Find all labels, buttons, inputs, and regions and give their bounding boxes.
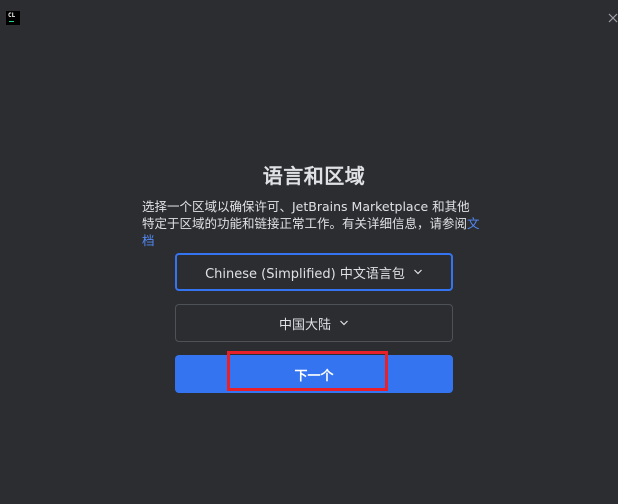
app-logo: CL — [6, 11, 20, 25]
app-logo-text: CL — [8, 12, 16, 19]
welcome-window: CL 语言和区域 选择一个区域以确保许可、JetBrains Marketpla… — [0, 0, 618, 504]
close-icon — [606, 10, 618, 24]
app-logo-accent — [9, 21, 14, 22]
chevron-down-icon — [339, 319, 349, 327]
chevron-down-icon — [413, 268, 423, 276]
description-text: 选择一个区域以确保许可、JetBrains Marketplace 和其他特定于… — [142, 199, 470, 231]
region-select-value: 中国大陆 — [278, 317, 331, 333]
language-select[interactable]: Chinese (Simplified) 中文语言包 — [175, 253, 453, 291]
language-select-value: Chinese (Simplified) 中文语言包 — [205, 266, 405, 282]
description: 选择一个区域以确保许可、JetBrains Marketplace 和其他特定于… — [142, 198, 482, 249]
next-button[interactable]: 下一个 — [175, 355, 453, 393]
page-title: 语言和区域 — [262, 164, 366, 188]
region-select[interactable]: 中国大陆 — [175, 304, 453, 342]
close-button[interactable] — [606, 10, 618, 24]
next-button-label: 下一个 — [294, 368, 334, 384]
